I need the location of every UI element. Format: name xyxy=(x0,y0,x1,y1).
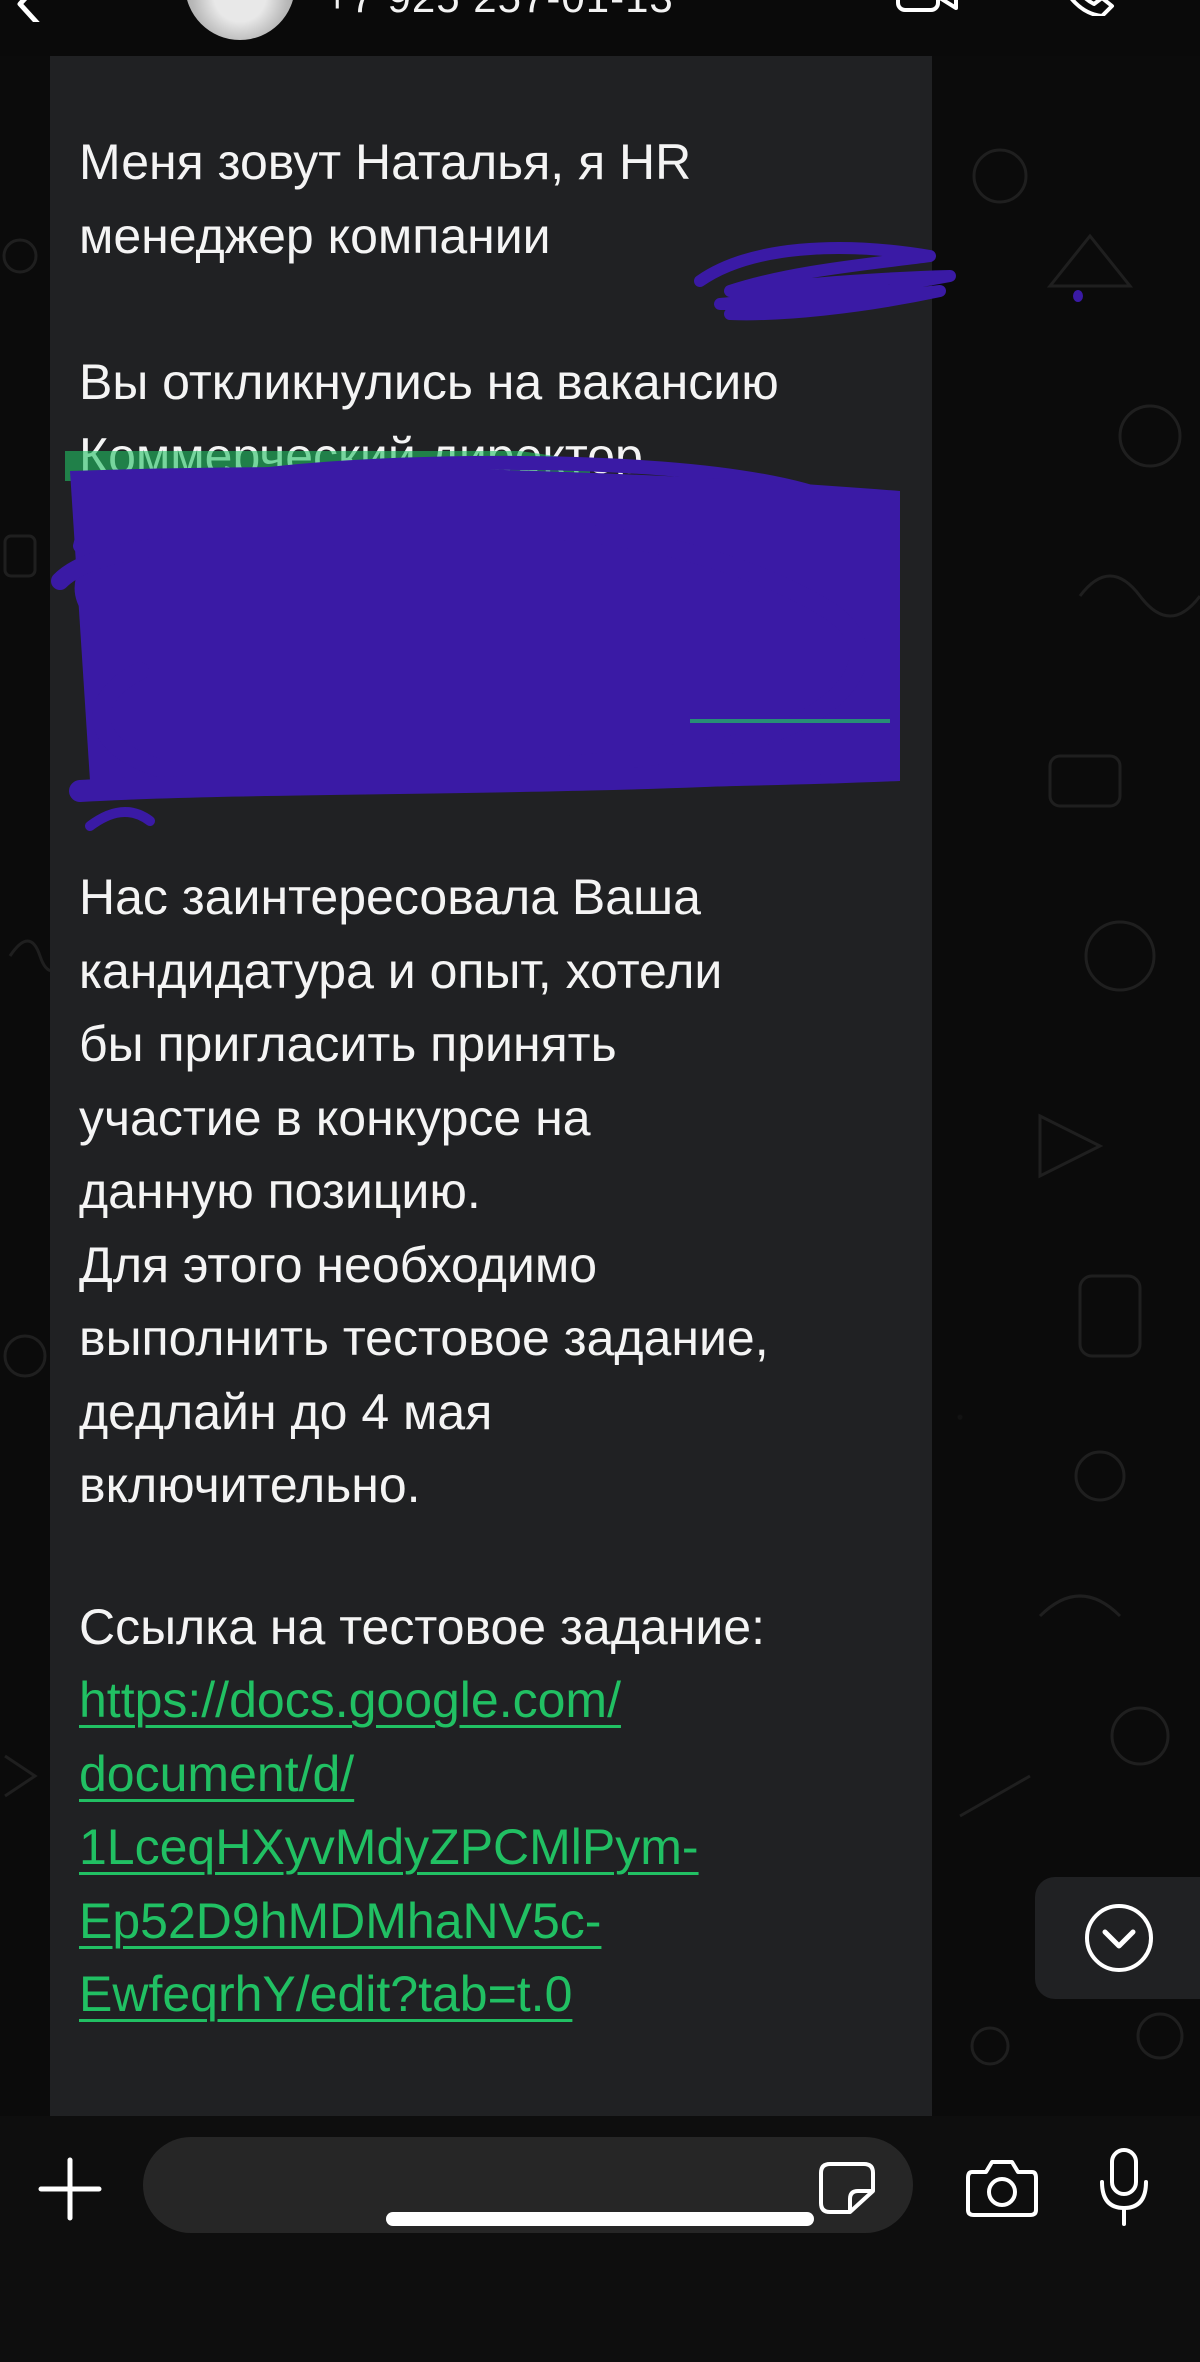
incoming-message-bubble[interactable]: Меня зовут Наталья, я HR менеджер компан… xyxy=(50,56,956,2116)
message-composer xyxy=(0,2116,1200,2362)
phone-icon[interactable] xyxy=(1058,0,1118,16)
chevron-down-circle-icon xyxy=(1085,1904,1153,1972)
chat-screen: +7 925 257-01-13 Меня зовут Наталья, я H… xyxy=(0,0,1200,2362)
chevron-left-icon[interactable] xyxy=(10,0,50,22)
home-indicator[interactable] xyxy=(386,2212,814,2226)
redaction-scribble xyxy=(51,451,900,831)
redaction-dot xyxy=(1073,290,1083,302)
microphone-icon[interactable] xyxy=(1098,2148,1150,2228)
video-call-icon[interactable] xyxy=(896,0,958,14)
message-paragraph-invitation: Нас заинтересовала Ваша кандидатура и оп… xyxy=(79,869,769,1513)
plus-icon[interactable] xyxy=(37,2156,103,2222)
chat-header: +7 925 257-01-13 xyxy=(0,0,1200,56)
redaction-scribble xyxy=(694,242,956,321)
scroll-to-bottom-button[interactable] xyxy=(1035,1877,1200,1999)
message-paragraph-link-label: Ссылка на тестовое задание: xyxy=(79,1599,765,1655)
contact-name[interactable]: +7 925 257-01-13 xyxy=(325,0,674,22)
avatar[interactable] xyxy=(185,0,295,40)
sticker-icon[interactable] xyxy=(818,2161,876,2215)
test-task-link[interactable]: https://docs.google.com/ document/d/ 1Lc… xyxy=(79,1664,939,2032)
camera-icon[interactable] xyxy=(966,2158,1038,2218)
